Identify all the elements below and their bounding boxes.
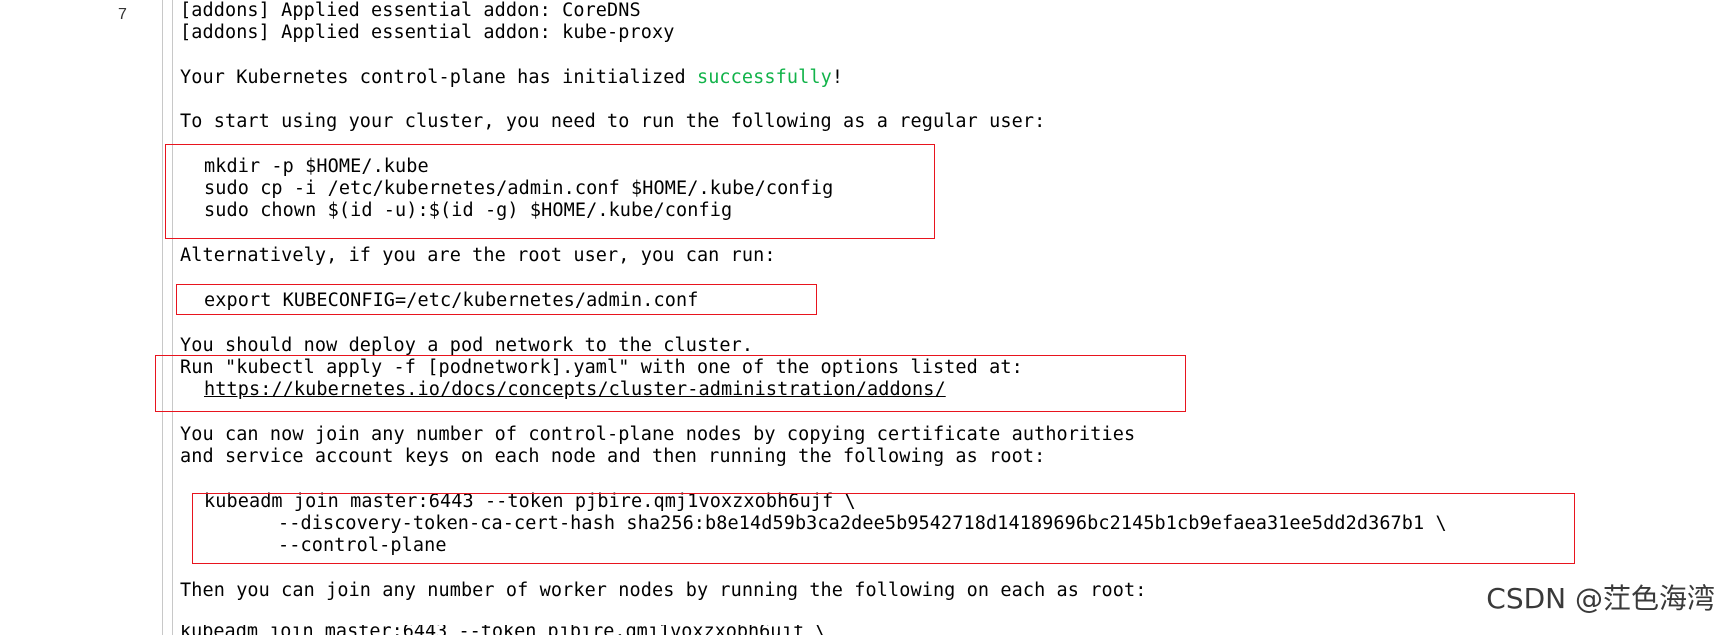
- command-line: --control-plane: [278, 535, 447, 556]
- init-message: Your Kubernetes control-plane has initia…: [180, 67, 697, 88]
- code-block-border: [172, 0, 173, 635]
- output-line: [addons] Applied essential addon: kube-p…: [180, 22, 675, 43]
- command-line: kubeadm join master:6443 --token pjbire.…: [204, 491, 856, 512]
- editor-gutter: 7: [0, 0, 162, 635]
- partial-output-line: kubeadm join master:6443 --token pjbire.…: [180, 625, 880, 635]
- command-line: mkdir -p $HOME/.kube: [204, 156, 429, 177]
- output-line: To start using your cluster, you need to…: [180, 111, 1046, 132]
- command-line: sudo chown $(id -u):$(id -g) $HOME/.kube…: [204, 200, 733, 221]
- gutter-divider: [162, 0, 163, 635]
- output-line: and service account keys on each node an…: [180, 446, 1046, 467]
- output-line: Run "kubectl apply -f [podnetwork].yaml"…: [180, 357, 1023, 378]
- init-message-suffix: !: [831, 67, 844, 88]
- output-line: kubeadm join master:6443 --token pjbire.…: [180, 625, 826, 635]
- csdn-watermark: CSDN @茳色海湾: [1486, 582, 1715, 615]
- output-line: You should now deploy a pod network to t…: [180, 335, 754, 356]
- init-success-line: Your Kubernetes control-plane has initia…: [180, 67, 843, 89]
- output-line: Alternatively, if you are the root user,…: [180, 245, 776, 266]
- terminal-output: [addons] Applied essential addon: CoreDN…: [174, 0, 1723, 635]
- output-line: Then you can join any number of worker n…: [180, 580, 1147, 601]
- line-number: 7: [118, 6, 127, 23]
- success-word: successfully: [696, 67, 832, 88]
- output-line: You can now join any number of control-p…: [180, 424, 1136, 445]
- addons-link[interactable]: https://kubernetes.io/docs/concepts/clus…: [180, 379, 946, 401]
- output-line: [addons] Applied essential addon: CoreDN…: [180, 0, 641, 21]
- command-line: sudo cp -i /etc/kubernetes/admin.conf $H…: [204, 178, 834, 199]
- command-line: export KUBECONFIG=/etc/kubernetes/admin.…: [204, 290, 699, 311]
- command-line: --discovery-token-ca-cert-hash sha256:b8…: [278, 513, 1447, 534]
